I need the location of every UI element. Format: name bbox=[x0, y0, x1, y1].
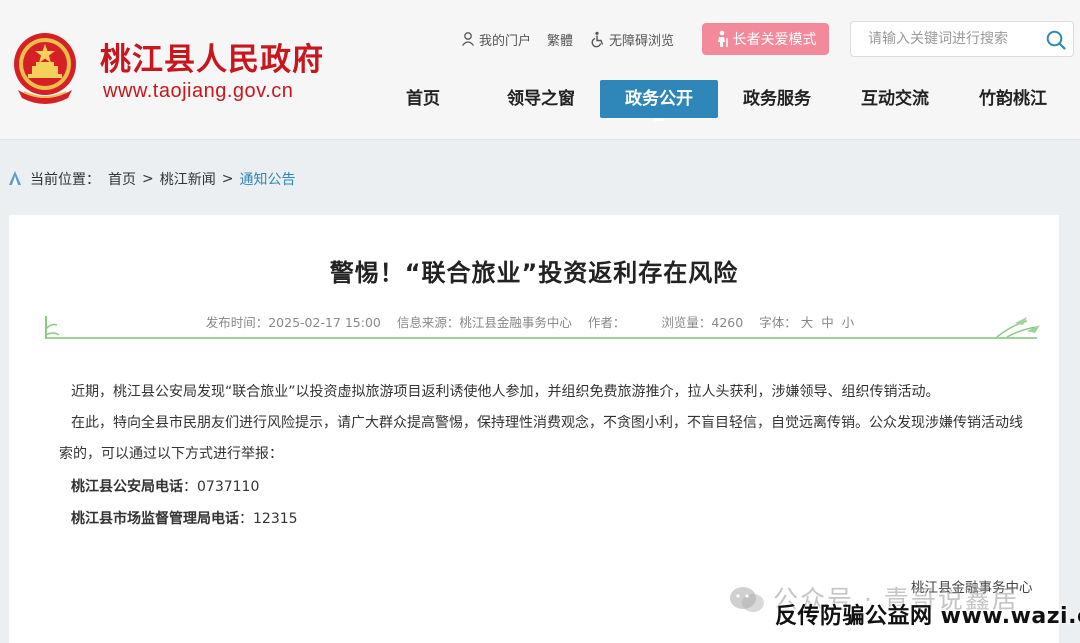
article-body: 近期，桃江县公安局发现“联合旅业”以投资虚拟旅游项目返利诱使他人参加，并组织免费… bbox=[59, 377, 1046, 535]
search-input[interactable] bbox=[851, 22, 1039, 56]
article-paragraph: 索的，可以通过以下方式进行举报： bbox=[59, 446, 283, 462]
nav-item-interaction[interactable]: 互动交流 bbox=[836, 80, 954, 118]
nav-item-bamboo-taojiang[interactable]: 竹韵桃江 bbox=[954, 80, 1072, 118]
breadcrumb: 当前位置： 首页 > 桃江新闻 > 通知公告 bbox=[8, 168, 295, 190]
article-paragraph: 在此，特向全县市民朋友们进行风险提示，请广大群众提高警惕，保持理性消费观念，不贪… bbox=[71, 415, 1023, 431]
article-title: 警惕！“联合旅业”投资返利存在风险 bbox=[329, 259, 739, 287]
contact-phone: 0737110 bbox=[197, 479, 260, 495]
contact-line-market: 桃江县市场监督管理局电话：12315 bbox=[71, 504, 1046, 535]
contact-colon: ： bbox=[183, 479, 197, 495]
contact-colon: ： bbox=[239, 511, 253, 527]
breadcrumb-separator: > bbox=[221, 171, 234, 187]
nav-item-leaders[interactable]: 领导之窗 bbox=[482, 80, 600, 118]
font-size-medium-button[interactable]: 中 bbox=[821, 312, 834, 331]
article-paragraph: 近期，桃江县公安局发现“联合旅业”以投资虚拟旅游项目返利诱使他人参加，并组织免费… bbox=[71, 384, 940, 400]
breadcrumb-home[interactable]: 首页 bbox=[108, 169, 136, 189]
my-portal-label: 我的门户 bbox=[479, 33, 532, 49]
location-icon bbox=[9, 171, 21, 185]
font-size-large-button[interactable]: 大 bbox=[801, 312, 814, 331]
breadcrumb-notices[interactable]: 通知公告 bbox=[239, 169, 295, 189]
national-emblem-icon[interactable] bbox=[10, 28, 80, 108]
traditional-chinese-label: 繁體 bbox=[547, 33, 574, 49]
traditional-chinese-link[interactable]: 繁體 bbox=[547, 30, 573, 49]
user-icon bbox=[461, 32, 475, 46]
anti-fraud-banner: 反传防骗公益网 www.wazi.cc bbox=[775, 604, 1080, 629]
wechat-icon bbox=[730, 587, 764, 612]
site-header: 桃江县人民政府 www.taojiang.gov.cn 我的门户 繁體 无障碍浏… bbox=[0, 0, 1080, 140]
accessibility-link[interactable]: 无障碍浏览 bbox=[589, 30, 674, 49]
breadcrumb-separator: > bbox=[142, 171, 154, 187]
accessibility-label: 无障碍浏览 bbox=[609, 33, 675, 49]
nav-item-gov-affairs[interactable]: 政务公开 bbox=[600, 80, 718, 121]
author: 作者： bbox=[587, 315, 626, 330]
contact-line-police: 桃江县公安局电话：0737110 bbox=[71, 472, 1046, 503]
breadcrumb-taojiang-news[interactable]: 桃江新闻 bbox=[160, 169, 216, 189]
site-name[interactable]: 桃江县人民政府 bbox=[100, 34, 324, 79]
article-meta: 发布时间：2025-02-17 15:00 信息来源：桃江县金融事务中心 作者：… bbox=[9, 312, 1059, 331]
view-count: 浏览量：4260 bbox=[661, 315, 744, 330]
top-links: 我的门户 繁體 无障碍浏览 bbox=[460, 28, 690, 50]
elder-care-mode-button[interactable]: 长者关爱模式 bbox=[702, 23, 829, 55]
font-size-label: 字体： bbox=[759, 315, 797, 330]
info-source: 信息来源：桃江县金融事务中心 bbox=[396, 315, 572, 330]
search-icon[interactable] bbox=[1045, 29, 1067, 51]
wheelchair-icon bbox=[591, 31, 604, 47]
elder-care-mode-label: 长者关爱模式 bbox=[732, 32, 817, 48]
search-box bbox=[850, 21, 1074, 57]
nav-item-services[interactable]: 政务服务 bbox=[718, 80, 836, 118]
publish-time: 发布时间：2025-02-17 15:00 bbox=[205, 315, 381, 330]
nav-item-home[interactable]: 首页 bbox=[364, 80, 482, 118]
nav-item-gov-affairs-label: 政务公开 bbox=[625, 89, 693, 109]
breadcrumb-prefix: 当前位置： bbox=[30, 172, 100, 188]
main-nav: 首页 领导之窗 政务公开 政务服务 互动交流 竹韵桃江 bbox=[364, 80, 1080, 121]
site-url[interactable]: www.taojiang.gov.cn bbox=[103, 80, 293, 103]
font-size-small-button[interactable]: 小 bbox=[842, 312, 855, 331]
my-portal-link[interactable]: 我的门户 bbox=[460, 30, 531, 49]
contact-phone: 12315 bbox=[253, 511, 298, 527]
elder-icon bbox=[717, 30, 728, 47]
contact-label: 桃江县公安局电话 bbox=[71, 479, 183, 495]
article-card: 警惕！“联合旅业”投资返利存在风险 发布时间：2025-02-17 15:00 … bbox=[9, 215, 1059, 643]
contact-label: 桃江县市场监督管理局电话 bbox=[71, 511, 239, 527]
nav-active-indicator bbox=[654, 118, 664, 121]
